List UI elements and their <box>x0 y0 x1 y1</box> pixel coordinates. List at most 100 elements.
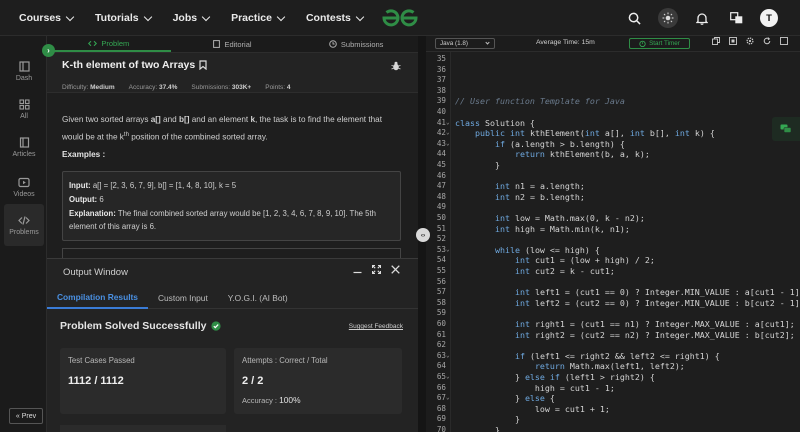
desc-array-b: b[] <box>178 115 190 124</box>
tab-compilation-results[interactable]: Compilation Results <box>47 287 148 309</box>
code-line: 53 while (low <= high) {⌄ <box>426 245 800 256</box>
tab-custom-input[interactable]: Custom Input <box>148 287 218 309</box>
line-number: 49 <box>436 202 446 212</box>
start-timer-button[interactable]: Start Timer <box>629 38 690 49</box>
card-accuracy-value: 100% <box>279 395 301 405</box>
nav-actions: T <box>624 0 778 36</box>
dashboard-icon <box>18 60 30 72</box>
average-time: Average Time: 15m <box>536 39 595 46</box>
chat-icon <box>780 124 792 133</box>
example-output-label: Output: <box>69 194 98 204</box>
sidebar-item-problems[interactable]: Problems <box>4 204 44 246</box>
submissions-meta: Submissions: 303K+ <box>191 84 251 91</box>
expand-icon[interactable] <box>372 265 381 274</box>
nav-jobs[interactable]: Jobs <box>173 12 211 24</box>
code-text: int n1 = a.length; <box>494 181 585 192</box>
nav-contests[interactable]: Contests <box>306 12 365 24</box>
close-icon[interactable] <box>391 265 400 274</box>
code-line: 42 public int kthElement(int a[], int b[… <box>426 128 800 139</box>
maximize-icon[interactable] <box>780 37 788 45</box>
resize-handle-icon[interactable]: ‹› <box>416 228 430 242</box>
fold-chevron-icon[interactable]: ⌄ <box>446 352 450 359</box>
sidebar-item-dash[interactable]: Dash <box>4 52 44 90</box>
line-number: 66 <box>436 382 446 392</box>
suggest-feedback-link[interactable]: Suggest Feedback <box>349 323 403 330</box>
video-icon <box>18 177 30 187</box>
translate-icon[interactable] <box>726 8 746 28</box>
language-value: Java (1.8) <box>440 40 468 47</box>
minimize-icon[interactable] <box>353 265 362 274</box>
nav-courses[interactable]: Courses <box>19 12 75 24</box>
test-cases-label: Test Cases Passed <box>68 356 135 365</box>
example-box: Input: a[] = [2, 3, 6, 7, 9], b[] = [1, … <box>62 171 401 241</box>
gfg-logo-icon[interactable] <box>380 7 420 29</box>
fold-chevron-icon[interactable]: ⌄ <box>446 246 450 253</box>
code-line: 38 <box>426 86 800 97</box>
fold-chevron-icon[interactable]: ⌄ <box>446 373 450 380</box>
problem-tabs: Problem Editorial Submissions <box>47 36 418 53</box>
code-text: return Math.max(left1, left2); <box>534 361 685 372</box>
bell-icon[interactable] <box>692 8 712 28</box>
line-number: 68 <box>436 403 446 413</box>
code-line: 67 } else {⌄ <box>426 393 800 404</box>
fold-chevron-icon[interactable]: ⌄ <box>446 394 450 401</box>
fold-chevron-icon[interactable]: ⌄ <box>446 119 450 126</box>
left-sidebar: Dash All Articles Videos Problems « Prev <box>0 36 47 432</box>
code-line: 56 <box>426 277 800 288</box>
code-line: 36 <box>426 65 800 76</box>
code-line: 58 int left2 = (cut2 == 0) ? Integer.MIN… <box>426 298 800 309</box>
bug-report-icon[interactable] <box>391 61 401 71</box>
tab-submissions[interactable]: Submissions <box>294 36 418 52</box>
fullscreen-icon[interactable] <box>729 37 737 45</box>
line-number: 62 <box>436 340 446 350</box>
document-icon <box>213 40 221 48</box>
code-text: public int kthElement(int a[], int b[], … <box>474 128 715 139</box>
language-select[interactable]: Java (1.8) <box>435 38 495 49</box>
code-line: 66 high = cut1 - 1; <box>426 383 800 394</box>
prev-button[interactable]: « Prev <box>9 408 43 424</box>
nav-practice[interactable]: Practice <box>231 12 286 24</box>
line-number: 50 <box>436 213 446 222</box>
copy-icon[interactable] <box>712 37 720 45</box>
code-text: int left1 = (cut1 == 0) ? Integer.MIN_VA… <box>514 287 800 298</box>
sidebar-item-videos[interactable]: Videos <box>4 168 44 206</box>
code-line: 57 int left1 = (cut1 == 0) ? Integer.MIN… <box>426 287 800 298</box>
line-number: 67 <box>436 393 446 403</box>
attempts-card: Attempts : Correct / Total 2 / 2 Accurac… <box>234 348 402 414</box>
sidebar-item-all[interactable]: All <box>4 90 44 128</box>
tab-yogi-ai-bot[interactable]: Y.O.G.I. (AI Bot) <box>218 287 298 309</box>
code-line: 43 if (a.length > b.length) {⌄ <box>426 139 800 150</box>
line-number: 45 <box>436 160 446 169</box>
desc-array-a: a[] <box>150 115 161 124</box>
theme-toggle-icon[interactable] <box>658 8 678 28</box>
fold-chevron-icon[interactable]: ⌄ <box>446 129 450 136</box>
reset-icon[interactable] <box>763 37 771 45</box>
code-text: return kthElement(b, a, k); <box>514 149 650 160</box>
code-line: 70 } <box>426 425 800 432</box>
code-line: 69 } <box>426 414 800 425</box>
line-number: 54 <box>436 255 446 265</box>
fold-chevron-icon[interactable]: ⌄ <box>446 140 450 147</box>
search-icon[interactable] <box>624 8 644 28</box>
line-number: 47 <box>436 181 446 191</box>
line-number: 36 <box>436 64 446 74</box>
problem-description: Given two sorted arrays a[] and b[] and … <box>62 112 402 145</box>
tab-problem[interactable]: Problem <box>47 36 171 52</box>
user-avatar[interactable]: T <box>760 9 778 27</box>
code-line: 59 <box>426 308 800 319</box>
points-value: 4 <box>286 84 291 91</box>
nav-tutorials[interactable]: Tutorials <box>95 12 152 24</box>
sidebar-toggle-button[interactable]: › <box>42 44 55 57</box>
desc-text: and <box>160 115 179 124</box>
problem-title: K-th element of two Arrays <box>62 59 207 71</box>
settings-icon[interactable] <box>746 37 754 45</box>
tab-editorial-label: Editorial <box>224 39 252 49</box>
tab-editorial[interactable]: Editorial <box>171 36 295 52</box>
line-number: 40 <box>436 107 446 116</box>
code-line: 61 int right2 = (cut2 == n2) ? Integer.M… <box>426 330 800 341</box>
chat-float-button[interactable] <box>772 117 800 141</box>
code-area[interactable]: 35 36 37 38 39 // User function Template for … <box>426 52 800 432</box>
sidebar-item-articles[interactable]: Articles <box>4 128 44 166</box>
bookmark-icon[interactable] <box>199 60 207 70</box>
card-accuracy-label: Accuracy : <box>242 396 278 405</box>
